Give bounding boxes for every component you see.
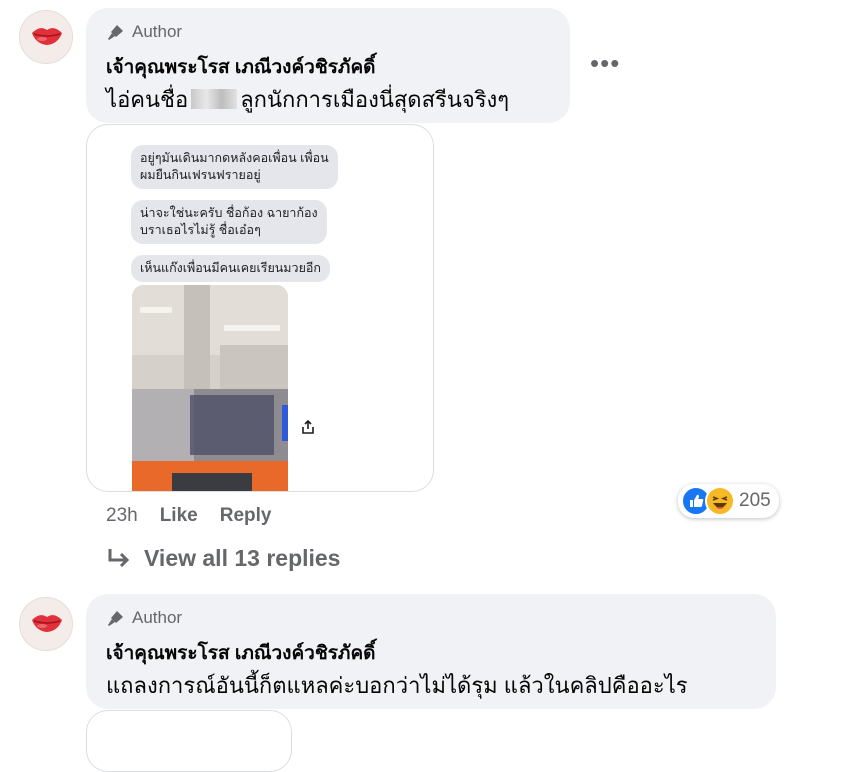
reply-arrow-icon bbox=[108, 548, 130, 567]
lips-avatar-image bbox=[20, 11, 72, 63]
comment-text-before: ไอ่คนชื่อ bbox=[106, 87, 189, 112]
comment-bubble: Author เจ้าคุณพระโรส เภณีวงค์วชิรภัคดิ์ … bbox=[86, 8, 570, 123]
chat-message-line: ผมยืนกินเฟรนฟรายอยู่ bbox=[140, 168, 261, 182]
chat-message: น่าจะใช่นะครับ ชื่อก้อง ฉายาก้อง บราเธอไ… bbox=[131, 200, 327, 244]
author-badge-label: Author bbox=[132, 608, 183, 627]
like-button[interactable]: Like bbox=[160, 505, 198, 527]
laugh-icon bbox=[705, 486, 735, 516]
commenter-name[interactable]: เจ้าคุณพระโรส เภณีวงค์วชิรภัคดิ์ bbox=[106, 52, 376, 82]
reaction-count: 205 bbox=[739, 490, 771, 511]
comment-text-after: ลูกนักการเมืองนี่สุดสรีนจริงๆ bbox=[240, 87, 510, 112]
author-badge-label: Author bbox=[132, 22, 183, 41]
view-replies-button[interactable]: View all 13 replies bbox=[106, 545, 340, 572]
video-still-image bbox=[132, 285, 288, 491]
avatar[interactable] bbox=[19, 597, 73, 651]
chat-message-line: เห็นแก๊งเพื่อนมีคนเคยเรียนมวยอีก bbox=[140, 261, 321, 275]
reply-button[interactable]: Reply bbox=[220, 505, 272, 527]
lips-avatar-image bbox=[20, 598, 72, 650]
video-thumbnail[interactable] bbox=[132, 285, 288, 491]
chat-message: เห็นแก๊งเพื่อนมีคนเคยเรียนมวยอีก bbox=[131, 255, 330, 282]
more-options-button[interactable]: ••• bbox=[590, 50, 620, 76]
reactions-summary[interactable]: 205 bbox=[678, 484, 779, 518]
microphone-icon bbox=[108, 25, 123, 40]
comment-bubble: Author เจ้าคุณพระโรส เภณีวงค์วชิรภัคดิ์ … bbox=[86, 594, 776, 709]
chat-message-line: บราเธอไรไม่รู้ ชื่อเอ๋อๆ bbox=[140, 223, 261, 237]
view-replies-label: View all 13 replies bbox=[144, 545, 341, 571]
chat-message: อยู่ๆมันเดินมากดหลังคอเพื่อน เพื่อน ผมยื… bbox=[131, 145, 338, 189]
redacted-name-blur bbox=[191, 89, 238, 109]
comment-text: ไอ่คนชื่อ ลูกนักการเมืองนี่สุดสรีนจริงๆ bbox=[106, 82, 509, 117]
comment-timestamp[interactable]: 23h bbox=[106, 505, 138, 527]
commenter-name[interactable]: เจ้าคุณพระโรส เภณีวงค์วชิรภัคดิ์ bbox=[106, 638, 376, 668]
comment-actions: 23h Like Reply bbox=[106, 505, 271, 527]
microphone-icon bbox=[108, 611, 123, 626]
share-icon[interactable] bbox=[299, 419, 317, 442]
avatar[interactable] bbox=[19, 10, 73, 64]
author-badge: Author bbox=[106, 22, 182, 42]
comment-image-attachment[interactable] bbox=[86, 710, 292, 772]
chat-message-line: อยู่ๆมันเดินมากดหลังคอเพื่อน เพื่อน bbox=[140, 151, 329, 165]
author-badge: Author bbox=[106, 608, 182, 628]
chat-message-line: น่าจะใช่นะครับ ชื่อก้อง ฉายาก้อง bbox=[140, 206, 318, 220]
comment-image-attachment[interactable]: อยู่ๆมันเดินมากดหลังคอเพื่อน เพื่อน ผมยื… bbox=[86, 124, 434, 492]
comment-text: แถลงการณ์อันนี้ก็ตแหลค่ะบอกว่าไม่ได้รุม … bbox=[106, 673, 688, 698]
